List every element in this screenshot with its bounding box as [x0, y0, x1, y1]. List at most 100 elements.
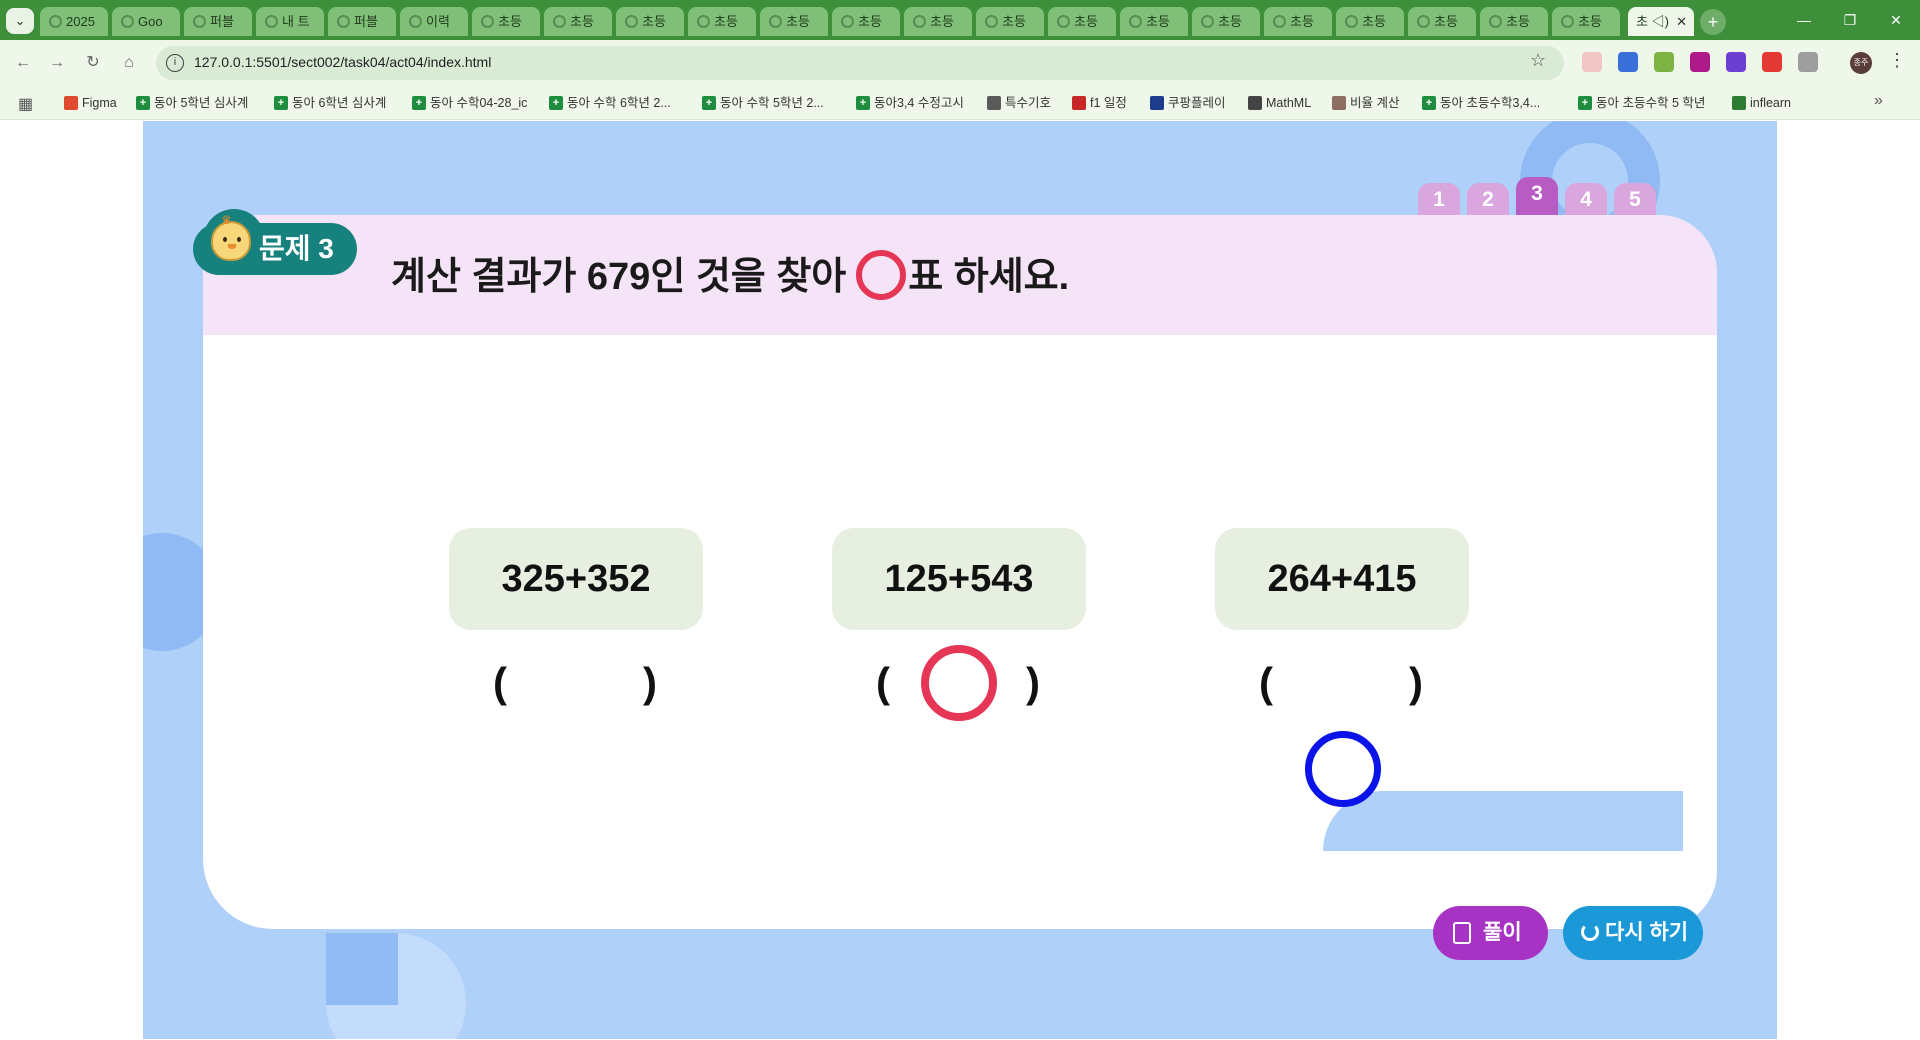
option-1-expression[interactable]: 325+352	[449, 528, 703, 630]
sheets-icon: +	[274, 96, 288, 110]
browser-tab[interactable]: 퍼블	[184, 7, 252, 36]
bookmark-item[interactable]: Figma	[62, 86, 117, 120]
question-text: 계산 결과가 679인 것을 찾아 표 하세요.	[391, 245, 1069, 300]
bookmark-label: 동아3,4 수정고시	[874, 96, 964, 110]
browser-tab[interactable]: 초등	[904, 7, 972, 36]
site-icon	[697, 15, 710, 28]
restore-button[interactable]: ❐	[1828, 8, 1872, 32]
extension-icon[interactable]	[1582, 52, 1602, 72]
browser-tab[interactable]: 초등	[1480, 7, 1548, 36]
close-tab-icon[interactable]: ✕	[1676, 7, 1687, 36]
url-text[interactable]: 127.0.0.1:5501/sect002/task04/act04/inde…	[194, 54, 491, 70]
bookmarks-more-icon[interactable]: »	[1874, 92, 1883, 110]
browser-tab[interactable]: 초등	[1120, 7, 1188, 36]
browser-tab[interactable]: 퍼블	[328, 7, 396, 36]
solution-button[interactable]: 풀이	[1433, 906, 1548, 960]
play-icon	[1150, 96, 1164, 110]
bookmark-item[interactable]: f1 일정	[1070, 86, 1127, 120]
site-icon	[1273, 15, 1286, 28]
browser-tab[interactable]: 초등	[1336, 7, 1404, 36]
bookmark-star-icon[interactable]: ☆	[1530, 50, 1546, 71]
bookmark-label: Figma	[82, 96, 117, 110]
extensions-puzzle-icon[interactable]	[1798, 52, 1818, 72]
reload-icon[interactable]: ↻	[80, 50, 106, 76]
browser-tab[interactable]: 초등	[976, 7, 1044, 36]
browser-tab[interactable]: 초등	[1408, 7, 1476, 36]
browser-tab[interactable]: 초등	[1048, 7, 1116, 36]
crown-icon: ♛	[221, 213, 232, 227]
tab-label: 2025	[66, 14, 95, 29]
extension-icon[interactable]	[1654, 52, 1674, 72]
site-icon	[625, 15, 638, 28]
tab-label: 초등	[1434, 14, 1458, 29]
browser-tab[interactable]: 초등	[472, 7, 540, 36]
kebab-menu-icon[interactable]: ⋮	[1888, 50, 1906, 71]
browser-tab[interactable]: 초등	[1192, 7, 1260, 36]
bookmarks-bar: Figma + 동아 5학년 심사계 + 동아 6학년 심사계 + 동아 수학04-2…	[0, 86, 1920, 120]
home-icon[interactable]: ⌂	[116, 50, 142, 76]
browser-tab[interactable]: 초등	[1264, 7, 1332, 36]
bookmark-label: 동아 수학 6학년 2...	[567, 96, 671, 110]
draggable-circle-marker[interactable]	[1305, 731, 1381, 807]
browser-tab[interactable]: 초등	[832, 7, 900, 36]
bookmark-item[interactable]: + 동아 수학 5학년 2...	[700, 86, 824, 120]
new-tab-button[interactable]: +	[1700, 9, 1726, 35]
bookmark-item[interactable]: 쿠팡플레이	[1148, 86, 1226, 120]
bookmark-item[interactable]: 비율 계산	[1330, 86, 1399, 120]
browser-tab[interactable]: Goo	[112, 7, 180, 36]
browser-tab[interactable]: 초등	[760, 7, 828, 36]
bookmark-item[interactable]: + 동아 수학04-28_ic	[410, 86, 527, 120]
site-icon	[1561, 15, 1574, 28]
tab-label: 초등	[930, 14, 954, 29]
bookmark-item[interactable]: + 동아 초등수학 5 학년	[1576, 86, 1705, 120]
apps-grid-icon[interactable]: ▦	[18, 94, 33, 114]
browser-tab-active[interactable]: 초 ◁) ✕	[1628, 7, 1694, 36]
retry-icon	[1581, 923, 1599, 941]
bookmark-label: 비율 계산	[1350, 96, 1400, 110]
browser-tab[interactable]: 내 트	[256, 7, 324, 36]
option-1-answer-slot[interactable]	[538, 645, 614, 721]
tab-label: 내 트	[282, 14, 310, 29]
profile-avatar[interactable]: 종주	[1850, 52, 1872, 74]
option-3-answer-slot[interactable]	[1304, 645, 1380, 721]
bookmark-label: MathML	[1266, 96, 1312, 110]
extension-icon[interactable]	[1618, 52, 1638, 72]
minimize-button[interactable]: —	[1782, 8, 1826, 32]
bookmark-item[interactable]: inflearn	[1730, 86, 1791, 120]
bookmark-item[interactable]: + 동아3,4 수정고시	[854, 86, 964, 120]
option-3-expression[interactable]: 264+415	[1215, 528, 1469, 630]
option-2-expression[interactable]: 125+543	[832, 528, 1086, 630]
close-window-button[interactable]: ✕	[1874, 8, 1918, 32]
keep-icon	[121, 15, 134, 28]
browser-tab[interactable]: 초등	[544, 7, 612, 36]
forward-arrow-icon[interactable]: →	[44, 50, 70, 76]
site-info-icon[interactable]: i	[166, 54, 184, 72]
option-2-answer-circle[interactable]	[921, 645, 997, 721]
question-number: 문제 3	[259, 233, 334, 264]
bookmark-label: 동아 초등수학 5 학년	[1596, 96, 1706, 110]
bookmark-label: 동아 6학년 심사계	[292, 96, 387, 110]
tab-label: 초등	[1218, 14, 1242, 29]
bookmark-item[interactable]: MathML	[1246, 86, 1311, 120]
extension-icon[interactable]	[1762, 52, 1782, 72]
site-icon	[193, 15, 206, 28]
back-arrow-icon[interactable]: ←	[10, 50, 36, 76]
browser-tab[interactable]: 이력	[400, 7, 468, 36]
browser-tab[interactable]: 2025	[40, 7, 108, 36]
decorative-square	[326, 933, 398, 1005]
browser-tab[interactable]: 초등	[616, 7, 684, 36]
bookmark-item[interactable]: + 동아 초등수학3,4...	[1420, 86, 1540, 120]
bookmark-item[interactable]: + 동아 6학년 심사계	[272, 86, 386, 120]
sheets-icon: +	[549, 96, 563, 110]
browser-tab[interactable]: 초등	[1552, 7, 1620, 36]
bookmark-item[interactable]: 특수기호	[985, 86, 1051, 120]
tab-label: 초등	[1290, 14, 1314, 29]
browser-tab[interactable]: 초등	[688, 7, 756, 36]
sheets-icon: +	[856, 96, 870, 110]
bookmark-item[interactable]: + 동아 5학년 심사계	[134, 86, 248, 120]
retry-button[interactable]: 다시 하기	[1563, 906, 1703, 960]
extension-icon[interactable]	[1690, 52, 1710, 72]
tab-search-button[interactable]: ⌄	[6, 8, 34, 34]
bookmark-item[interactable]: + 동아 수학 6학년 2...	[547, 86, 671, 120]
extension-icon[interactable]	[1726, 52, 1746, 72]
